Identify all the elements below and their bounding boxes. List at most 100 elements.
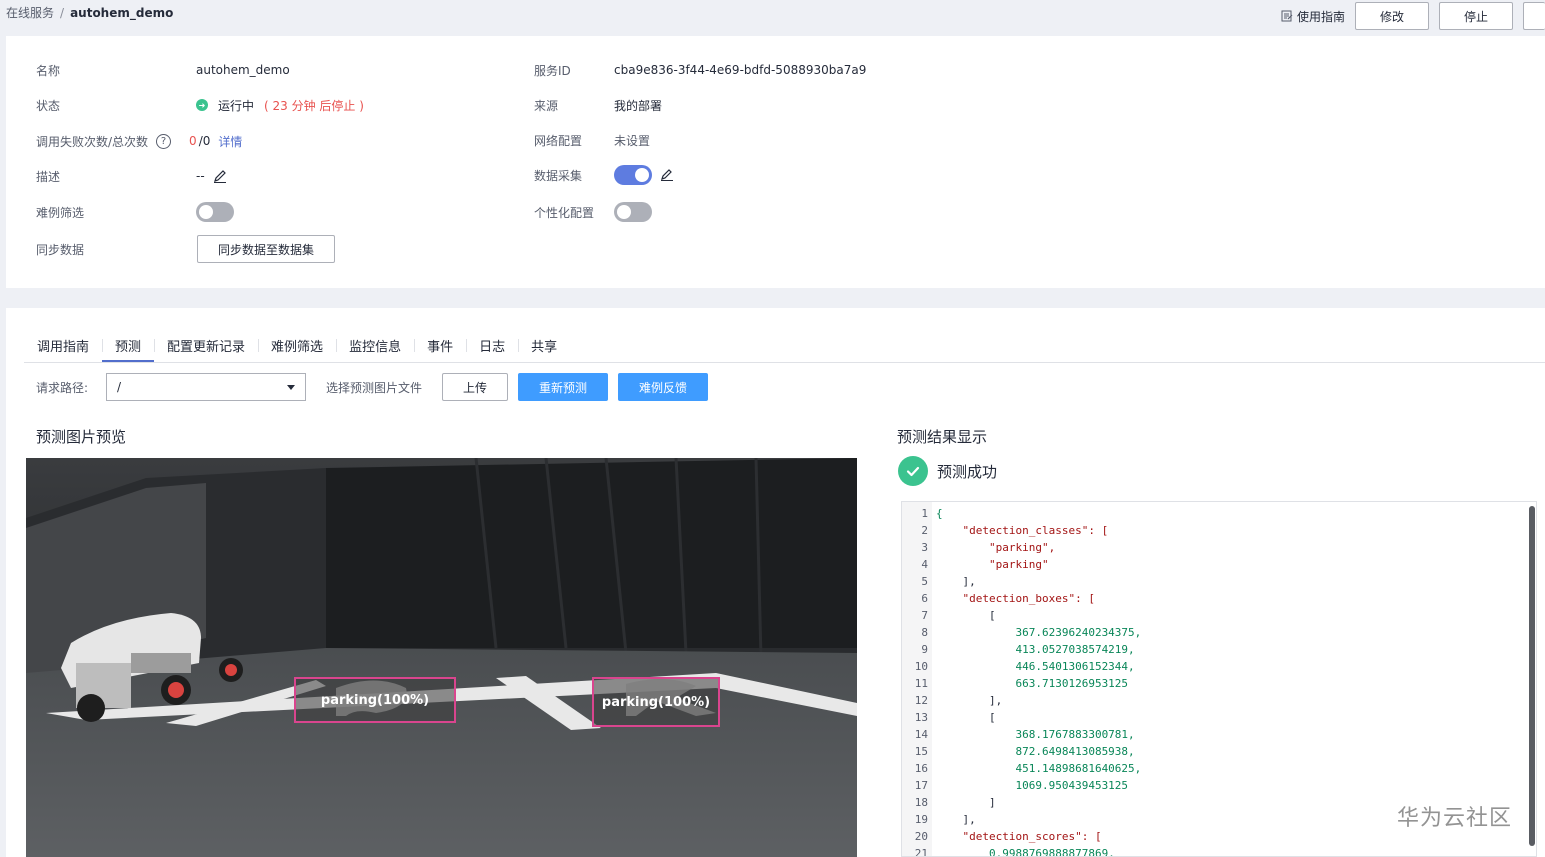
- tab-config-history[interactable]: 配置更新记录: [154, 336, 258, 362]
- code-line: 19 ],: [902, 811, 1141, 828]
- data-collect-label: 数据采集: [534, 168, 583, 183]
- guide-label: 使用指南: [1296, 9, 1345, 24]
- code-line: 20 "detection_scores": [: [902, 828, 1141, 845]
- running-status-icon: ➜: [196, 99, 208, 111]
- line-content: ]: [936, 796, 996, 809]
- detection-box: parking(100%): [592, 677, 720, 727]
- line-number: 17: [914, 779, 928, 792]
- request-path-select[interactable]: /: [106, 373, 307, 401]
- line-content: "detection_classes": [: [936, 524, 1109, 537]
- source-row: 来源 我的部署: [534, 93, 662, 117]
- tab-events[interactable]: 事件: [414, 336, 466, 362]
- modify-button[interactable]: 修改: [1355, 2, 1429, 30]
- tab-predict[interactable]: 预测: [102, 336, 155, 362]
- more-button[interactable]: [1523, 2, 1545, 30]
- line-number: 14: [914, 728, 928, 741]
- line-content: "detection_boxes": [: [936, 592, 1095, 605]
- result-title: 预测结果显示: [897, 428, 988, 446]
- vertical-scrollbar[interactable]: [1529, 506, 1535, 846]
- line-number: 15: [914, 745, 928, 758]
- breadcrumb-current: autohem_demo: [70, 6, 174, 20]
- fail-row: 调用失败次数/总次数 ? 0 /0 详情: [36, 129, 242, 153]
- code-line: 13 [: [902, 709, 1141, 726]
- desc-label: 描述: [36, 169, 61, 184]
- prediction-image-preview: parking(100%) parking(100%): [26, 458, 857, 857]
- line-number: 4: [921, 558, 928, 571]
- line-content: 0.9988769888877869,: [936, 847, 1115, 857]
- help-icon[interactable]: ?: [156, 133, 172, 149]
- breadcrumb-root[interactable]: 在线服务: [6, 6, 54, 20]
- guide-link[interactable]: 使用指南: [1281, 8, 1345, 25]
- request-path-label: 请求路径:: [36, 380, 89, 395]
- code-lines: 1{2 "detection_classes": [3 "parking", 4 …: [902, 505, 1142, 857]
- name-row: 名称 autohem_demo: [36, 58, 290, 82]
- desc-row: 描述 --: [36, 164, 227, 188]
- line-number: 9: [921, 643, 928, 656]
- code-line: 11 663.7130126953125: [902, 675, 1141, 692]
- hard-example-feedback-button[interactable]: 难例反馈: [618, 373, 709, 401]
- line-content: 663.7130126953125: [936, 677, 1129, 690]
- tab-hard-example[interactable]: 难例筛选: [258, 336, 336, 362]
- personal-config-toggle[interactable]: [614, 202, 652, 222]
- source-value: 我的部署: [614, 98, 663, 113]
- line-content: 446.5401306152344,: [936, 660, 1135, 673]
- network-label: 网络配置: [534, 133, 583, 148]
- upload-button[interactable]: 上传: [442, 373, 509, 401]
- line-number: 1: [921, 507, 928, 520]
- hard-example-toggle[interactable]: [196, 202, 234, 222]
- service-info-panel: 名称 autohem_demo 状态 ➜ 运行中 ( 23 分钟 后停止 ) 调…: [6, 36, 1545, 288]
- personal-config-label: 个性化配置: [534, 205, 595, 220]
- line-content: [: [936, 609, 996, 622]
- prediction-panel: 调用指南 预测 配置更新记录 难例筛选 监控信息 事件 日志 共享 请求路径: …: [6, 308, 1545, 857]
- code-line: 6 "detection_boxes": [: [902, 590, 1141, 607]
- document-edit-icon: [1281, 10, 1293, 22]
- service-id-value: cba9e836-3f44-4e69-bdfd-5088930ba7a9: [614, 63, 867, 77]
- code-line: 18 ]: [902, 794, 1141, 811]
- total-count: /0: [198, 134, 211, 148]
- repredict-button[interactable]: 重新预测: [518, 373, 609, 401]
- detail-link[interactable]: 详情: [218, 133, 242, 150]
- tab-share[interactable]: 共享: [518, 336, 570, 362]
- sync-label: 同步数据: [36, 242, 85, 257]
- line-number: 10: [914, 660, 928, 673]
- sync-to-dataset-button[interactable]: 同步数据至数据集: [197, 235, 335, 263]
- check-circle-icon: [898, 456, 928, 486]
- code-line: 21 0.9988769888877869,: [902, 845, 1141, 857]
- network-value: 未设置: [614, 133, 651, 148]
- line-number: 13: [914, 711, 928, 724]
- top-bar: 在线服务 / autohem_demo 使用指南 修改 停止: [0, 0, 1545, 34]
- line-content: 368.1767883300781,: [936, 728, 1135, 741]
- line-content: 367.62396240234375,: [936, 626, 1142, 639]
- line-number: 7: [921, 609, 928, 622]
- watermark: 华为云社区: [1397, 806, 1513, 831]
- request-toolbar: 请求路径: / 选择预测图片文件 上传 重新预测 难例反馈: [36, 373, 709, 401]
- tab-monitoring[interactable]: 监控信息: [336, 336, 414, 362]
- service-id-row: 服务ID cba9e836-3f44-4e69-bdfd-5088930ba7a…: [534, 58, 866, 82]
- status-countdown: ( 23 分钟 后停止 ): [264, 98, 364, 113]
- stop-button[interactable]: 停止: [1439, 2, 1513, 30]
- code-line: 10 446.5401306152344,: [902, 658, 1141, 675]
- tab-logs[interactable]: 日志: [466, 336, 518, 362]
- code-line: 5 ],: [902, 573, 1141, 590]
- status-value: 运行中: [218, 98, 255, 113]
- edit-pen-icon[interactable]: [660, 168, 674, 182]
- preview-title: 预测图片预览: [36, 428, 127, 446]
- code-line: 9 413.0527038574219,: [902, 641, 1141, 658]
- personal-config-row: 个性化配置: [534, 200, 652, 224]
- data-collect-toggle[interactable]: [614, 165, 652, 185]
- top-actions: 使用指南 修改 停止: [1281, 2, 1545, 30]
- edit-pen-icon[interactable]: [213, 169, 227, 183]
- network-row: 网络配置 未设置: [534, 128, 650, 152]
- line-number: 11: [914, 677, 928, 690]
- line-content: ],: [936, 575, 976, 588]
- data-collect-row: 数据采集: [534, 163, 674, 187]
- tab-bar: 调用指南 预测 配置更新记录 难例筛选 监控信息 事件 日志 共享: [24, 336, 570, 362]
- code-line: 3 "parking",: [902, 539, 1141, 556]
- code-line: 15 872.6498413085938,: [902, 743, 1141, 760]
- line-content: 872.6498413085938,: [936, 745, 1135, 758]
- line-number: 2: [921, 524, 928, 537]
- code-line: 12 ],: [902, 692, 1141, 709]
- service-id-label: 服务ID: [534, 63, 571, 78]
- tab-call-guide[interactable]: 调用指南: [24, 336, 102, 362]
- line-number: 6: [921, 592, 928, 605]
